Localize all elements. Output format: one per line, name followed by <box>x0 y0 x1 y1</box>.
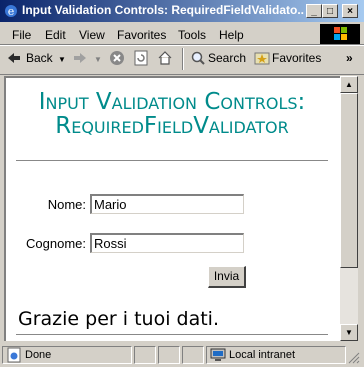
back-button[interactable]: Back <box>26 51 53 65</box>
status-text: Done <box>25 349 52 361</box>
page-heading: Input Validation Controls: RequiredField… <box>38 89 306 139</box>
back-dropdown-icon[interactable]: ▼ <box>58 55 66 64</box>
windows-logo-icon <box>320 24 360 44</box>
forward-dropdown-icon[interactable]: ▼ <box>94 55 102 64</box>
menu-help[interactable]: Help <box>219 28 244 42</box>
page-done-icon <box>7 347 21 363</box>
menu-tools[interactable]: Tools <box>178 28 206 42</box>
content-viewport: Input Validation Controls: RequiredField… <box>4 76 340 341</box>
stop-icon[interactable] <box>109 50 125 66</box>
window-title: Input Validation Controls: RequiredField… <box>22 3 304 17</box>
close-button[interactable]: × <box>342 4 358 18</box>
favorites-icon[interactable] <box>254 50 270 66</box>
refresh-icon[interactable] <box>133 50 149 66</box>
scroll-up-arrow-icon[interactable]: ▲ <box>340 76 358 93</box>
status-panel-empty-2 <box>158 346 180 364</box>
menu-favorites[interactable]: Favorites <box>117 28 166 42</box>
menu-edit[interactable]: Edit <box>45 28 66 42</box>
maximize-button[interactable]: □ <box>322 4 338 18</box>
heading-divider <box>16 160 328 161</box>
cognome-label: Cognome: <box>26 236 86 251</box>
ie-logo-icon: e <box>5 5 17 18</box>
nome-input[interactable] <box>90 194 244 214</box>
submit-button[interactable]: Invia <box>208 266 246 288</box>
home-icon[interactable] <box>157 50 173 66</box>
status-panel-empty-3 <box>182 346 204 364</box>
menu-file[interactable]: File <box>12 28 31 42</box>
toolbar-separator <box>182 48 184 70</box>
vertical-scrollbar[interactable]: ▲ ▼ <box>340 76 358 341</box>
scrollbar-thumb[interactable] <box>340 93 358 268</box>
zone-label: Local intranet <box>229 349 296 361</box>
resize-grip-icon[interactable] <box>348 352 360 364</box>
favorites-button[interactable]: Favorites <box>272 51 321 65</box>
search-icon[interactable] <box>190 50 206 66</box>
bottom-divider <box>16 334 328 335</box>
back-arrow-icon[interactable] <box>6 50 22 66</box>
local-intranet-icon <box>210 348 226 361</box>
toolbar-overflow-chevron-icon[interactable]: » <box>346 51 353 65</box>
thank-you-message: Grazie per i tuoi dati. <box>18 308 219 330</box>
minimize-button[interactable]: _ <box>306 4 322 18</box>
menu-view[interactable]: View <box>79 28 105 42</box>
scroll-down-arrow-icon[interactable]: ▼ <box>340 324 358 341</box>
forward-arrow-icon[interactable] <box>72 50 88 66</box>
search-button[interactable]: Search <box>208 51 246 65</box>
svg-text:e: e <box>8 5 15 18</box>
cognome-input[interactable] <box>90 233 244 253</box>
status-panel-empty-1 <box>134 346 156 364</box>
nome-label: Nome: <box>47 197 86 212</box>
